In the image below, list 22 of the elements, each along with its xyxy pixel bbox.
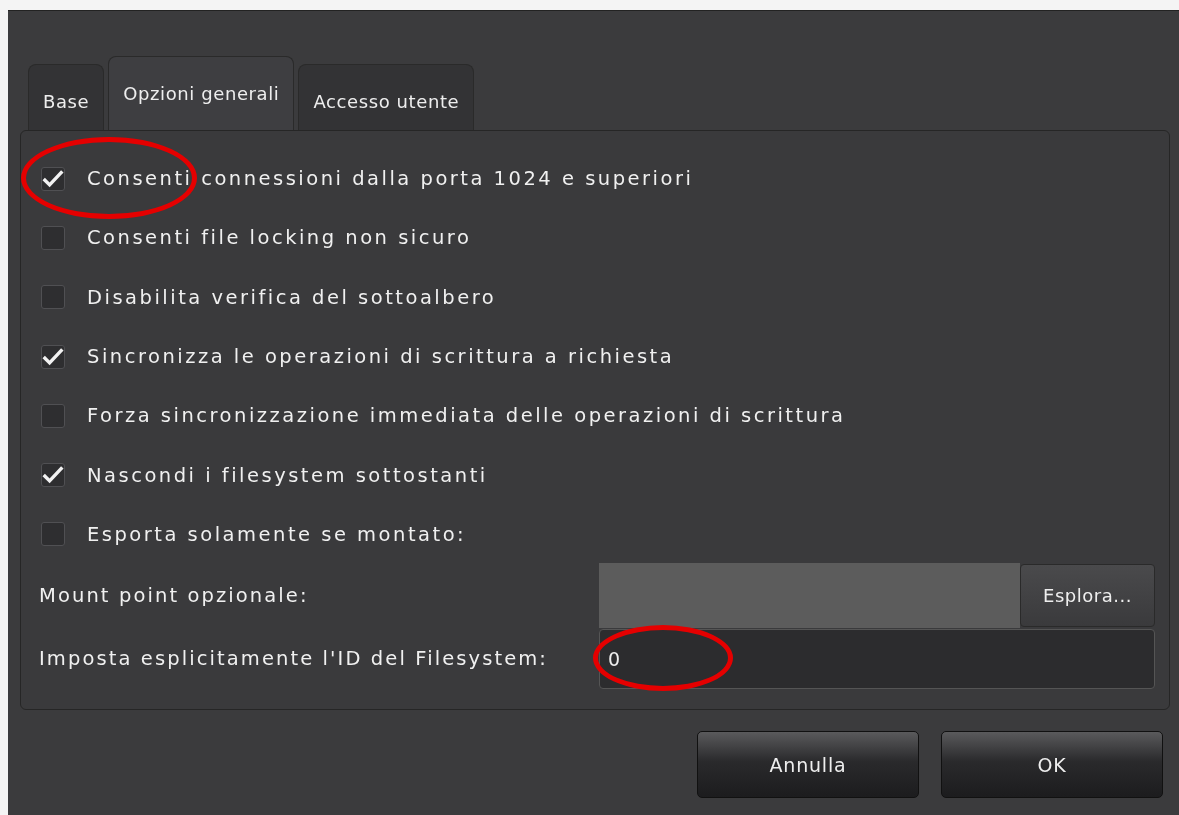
- checkbox-label: Sincronizza le operazioni di scrittura a richiesta: [87, 345, 675, 369]
- field-label: Imposta esplicitamente l'ID del Filesystem:: [39, 647, 550, 671]
- checkbox[interactable]: [41, 403, 65, 428]
- checkbox-label: Nascondi i filesystem sottostanti: [87, 463, 488, 487]
- checkbox-label: Disabilita verifica del sottoalbero: [87, 285, 497, 309]
- checkbox[interactable]: [41, 463, 65, 488]
- tab[interactable]: Base: [28, 64, 105, 130]
- tab[interactable]: Accesso utente: [298, 64, 475, 130]
- tab[interactable]: Opzioni generali: [108, 56, 295, 130]
- checkbox[interactable]: [41, 166, 65, 191]
- checkbox-label: Consenti file locking non sicuro: [87, 226, 472, 250]
- checkbox[interactable]: [41, 344, 65, 369]
- checkbox[interactable]: [41, 225, 65, 250]
- checkbox-label: Consenti connessioni dalla porta 1024 e superiori: [87, 167, 694, 191]
- dialog-button[interactable]: Annulla: [697, 731, 919, 798]
- dialog-button[interactable]: OK: [941, 731, 1163, 798]
- checkbox-label: Esporta solamente se montato:: [87, 522, 467, 546]
- checkbox-label: Forza sincronizzazione immediata delle operazioni di scrittura: [87, 404, 846, 428]
- field-label: Mount point opzionale:: [39, 584, 310, 608]
- filesystem-id-field[interactable]: 0: [599, 628, 1155, 689]
- checkbox[interactable]: [41, 522, 65, 547]
- checkbox[interactable]: [41, 285, 65, 310]
